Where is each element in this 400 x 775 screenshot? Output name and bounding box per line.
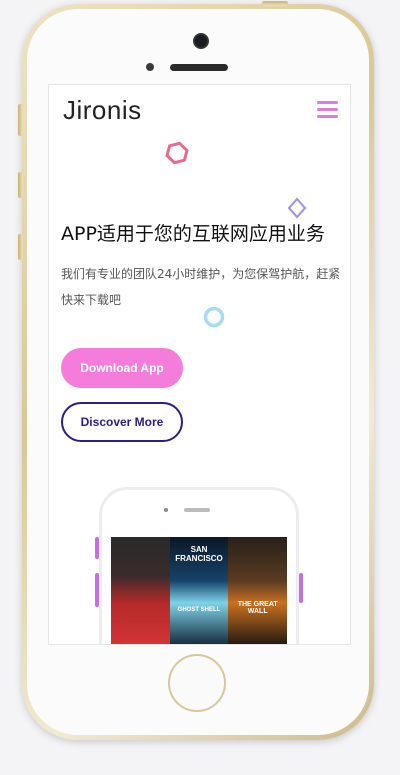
poster-title: SAN FRANCISCO [175, 545, 223, 563]
site-logo[interactable]: Jironis [63, 95, 142, 126]
earpiece-speaker [170, 64, 228, 71]
mini-phone-side-button [95, 573, 99, 607]
mini-phone-speaker [184, 508, 210, 512]
download-app-button[interactable]: Download App [61, 348, 183, 388]
movie-poster [111, 537, 170, 644]
movie-poster: SAN FRANCISCO GHOST SHELL [169, 537, 229, 644]
phone-power-button [262, 1, 288, 6]
phone-volume-up [18, 172, 23, 198]
phone-mute-switch [18, 104, 23, 136]
home-button[interactable] [168, 654, 226, 712]
diamond-icon [287, 197, 307, 219]
proximity-sensor [146, 63, 154, 71]
poster-title: THE GREAT WALL [237, 601, 278, 615]
mini-phone-side-button [299, 573, 303, 603]
discover-more-button[interactable]: Discover More [61, 402, 183, 442]
hamburger-icon[interactable] [317, 101, 338, 119]
mini-phone-camera [164, 508, 168, 512]
poster-tagline: GHOST SHELL [177, 607, 221, 613]
front-camera-icon [193, 33, 209, 49]
hero-subtext: 我们有专业的团队24小时维护，为您保驾护航，赶紧快来下载吧 [61, 267, 341, 307]
movie-posters-screen: SAN FRANCISCO GHOST SHELL THE GREAT WALL [111, 537, 287, 644]
mini-phone-side-button [95, 537, 99, 559]
phone-volume-down [18, 234, 23, 260]
movie-poster: THE GREAT WALL [228, 537, 287, 644]
hexagon-icon [165, 141, 189, 165]
hero-headline: APP适用于您的互联网应用业务 [61, 223, 325, 245]
phone-screen: Jironis APP适用于您的互联网应用业务 我们有专业的团队24小时维护，为… [48, 84, 351, 645]
